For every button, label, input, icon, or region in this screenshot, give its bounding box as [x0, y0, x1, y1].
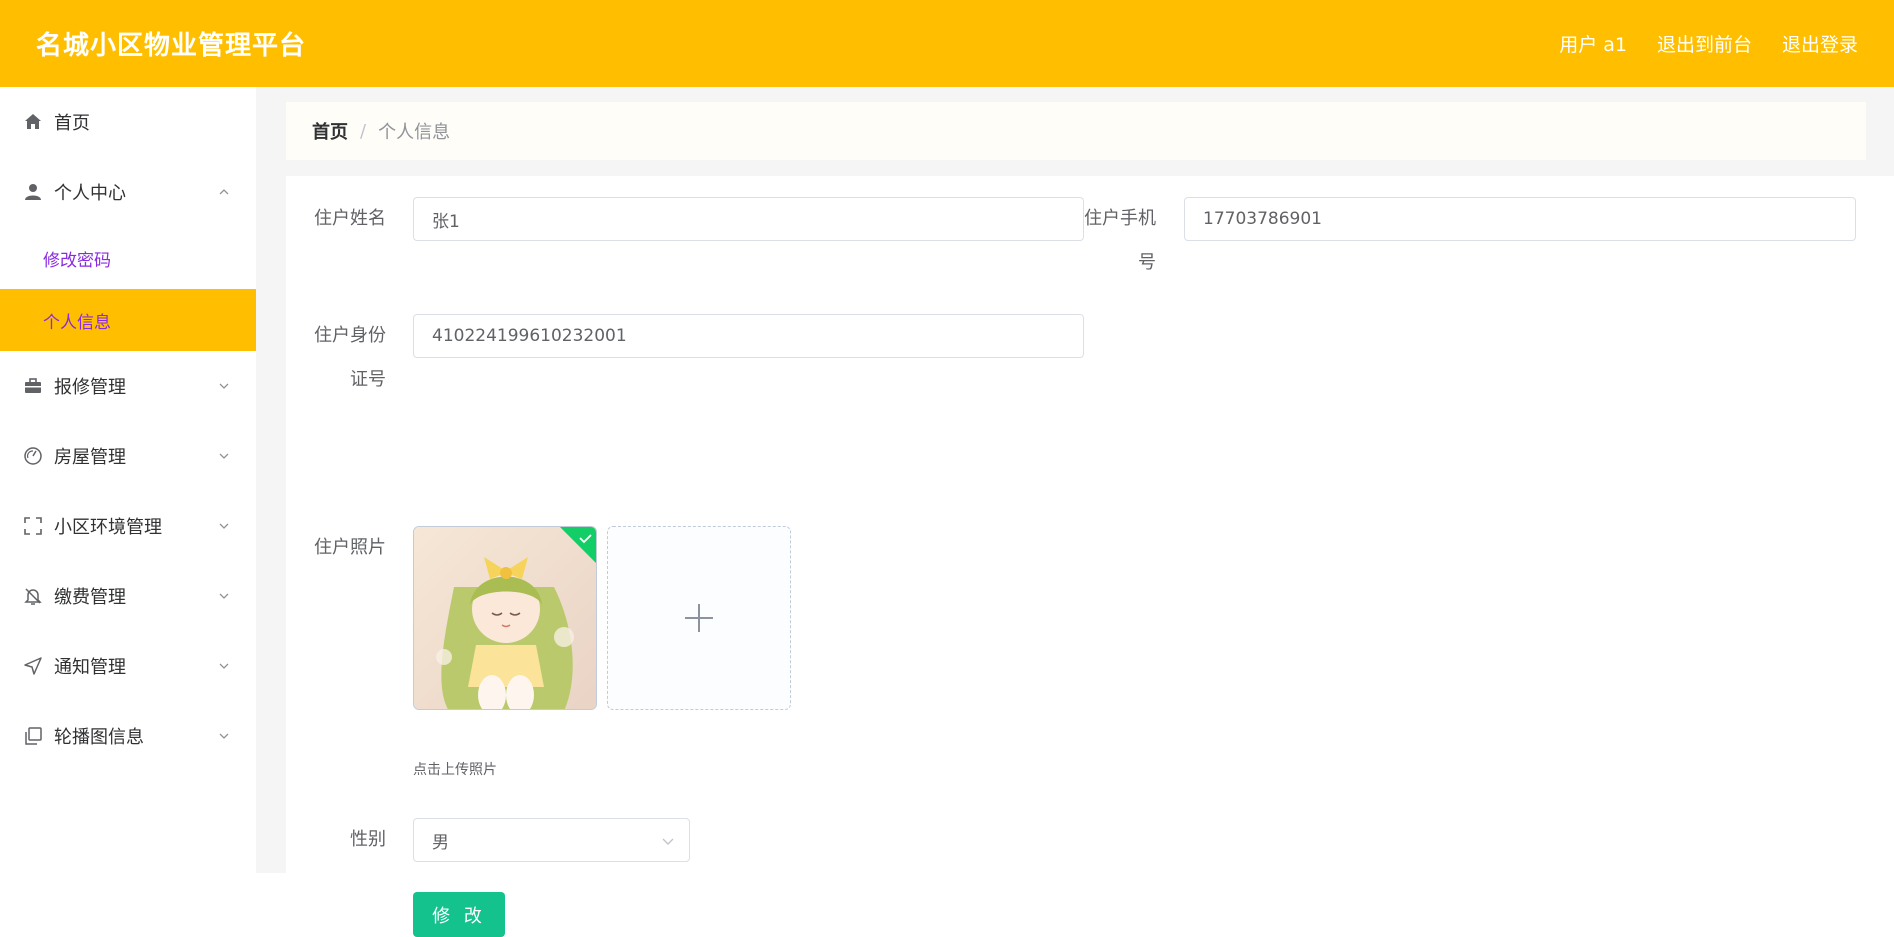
sidebar-item-repair[interactable]: 报修管理 — [0, 351, 256, 421]
breadcrumb: 首页 / 个人信息 — [286, 102, 1866, 160]
logout-link[interactable]: 退出登录 — [1782, 30, 1858, 57]
top-header: 名城小区物业管理平台 用户 a1 退出到前台 退出登录 — [0, 0, 1894, 87]
profile-form: 住户姓名 张1 住户手机 号 17703786901 住户身份 证号 41022… — [286, 176, 1894, 937]
exit-to-front-link[interactable]: 退出到前台 — [1657, 30, 1752, 57]
briefcase-icon — [22, 375, 44, 397]
photo-label: 住户照片 — [314, 537, 386, 558]
uploaded-photo-thumbnail[interactable] — [413, 526, 597, 710]
breadcrumb-separator: / — [360, 120, 367, 142]
chevron-down-icon — [662, 838, 674, 845]
sidebar-item-label: 房屋管理 — [54, 447, 126, 468]
phone-label: 住户手机 号 — [1056, 197, 1156, 285]
id-label-line1: 住户身份 — [314, 325, 386, 346]
gauge-icon — [22, 445, 44, 467]
breadcrumb-current: 个人信息 — [378, 122, 451, 143]
upload-photo-button[interactable] — [607, 526, 791, 710]
name-input[interactable]: 张1 — [413, 197, 1084, 241]
id-label-line2: 证号 — [350, 369, 386, 390]
sidebar: 首页 个人中心 修改密码 个人信息 报修管理 房屋管理 小区环境管理 缴费管理 … — [0, 87, 256, 873]
chevron-down-icon — [219, 593, 229, 599]
chevron-up-icon — [219, 189, 229, 195]
chevron-down-icon — [219, 523, 229, 529]
name-label: 住户姓名 — [314, 208, 386, 229]
gender-label: 性别 — [350, 829, 386, 850]
sidebar-item-label: 首页 — [54, 113, 90, 134]
sidebar-item-housing[interactable]: 房屋管理 — [0, 421, 256, 491]
gender-select[interactable]: 男 — [413, 818, 690, 862]
upload-success-check-icon — [560, 527, 596, 563]
header-nav: 用户 a1 退出到前台 退出登录 — [1559, 30, 1858, 57]
fullscreen-icon — [22, 515, 44, 537]
sidebar-item-label: 轮播图信息 — [54, 727, 144, 748]
sidebar-subitem-personal-info[interactable]: 个人信息 — [0, 289, 256, 351]
sidebar-item-home[interactable]: 首页 — [0, 87, 256, 157]
id-label: 住户身份 证号 — [286, 314, 386, 402]
submit-modify-button[interactable]: 修 改 — [413, 892, 505, 937]
main-content: 首页 / 个人信息 住户姓名 张1 住户手机 号 17703786901 住户身… — [256, 87, 1894, 937]
breadcrumb-home[interactable]: 首页 — [312, 118, 348, 144]
send-icon — [22, 655, 44, 677]
chevron-down-icon — [219, 733, 229, 739]
home-icon — [22, 111, 44, 133]
sidebar-item-label: 报修管理 — [54, 377, 126, 398]
sidebar-item-label: 通知管理 — [54, 657, 126, 678]
chevron-down-icon — [219, 453, 229, 459]
sidebar-item-environment[interactable]: 小区环境管理 — [0, 491, 256, 561]
copy-icon — [22, 725, 44, 747]
sidebar-item-label: 个人中心 — [54, 183, 126, 204]
sidebar-item-label: 小区环境管理 — [54, 517, 162, 538]
gender-selected-value: 男 — [432, 832, 449, 853]
chevron-down-icon — [219, 383, 229, 389]
sidebar-item-personal-center[interactable]: 个人中心 — [0, 157, 256, 227]
app-title: 名城小区物业管理平台 — [36, 31, 307, 61]
sidebar-item-label: 缴费管理 — [54, 587, 126, 608]
id-number-input[interactable]: 410224199610232001 — [413, 314, 1084, 358]
user-label: 用户 a1 — [1559, 34, 1627, 56]
chevron-down-icon — [219, 663, 229, 669]
sidebar-item-notice[interactable]: 通知管理 — [0, 631, 256, 701]
bell-off-icon — [22, 585, 44, 607]
phone-input[interactable]: 17703786901 — [1184, 197, 1856, 241]
sidebar-item-carousel[interactable]: 轮播图信息 — [0, 701, 256, 771]
user-icon — [22, 181, 44, 203]
sidebar-subitem-change-password[interactable]: 修改密码 — [0, 227, 256, 289]
plus-icon — [685, 604, 713, 632]
phone-label-line2: 号 — [1138, 252, 1156, 273]
phone-label-line1: 住户手机 — [1084, 208, 1156, 229]
sidebar-item-payment[interactable]: 缴费管理 — [0, 561, 256, 631]
upload-tip-text: 点击上传照片 — [413, 762, 497, 778]
